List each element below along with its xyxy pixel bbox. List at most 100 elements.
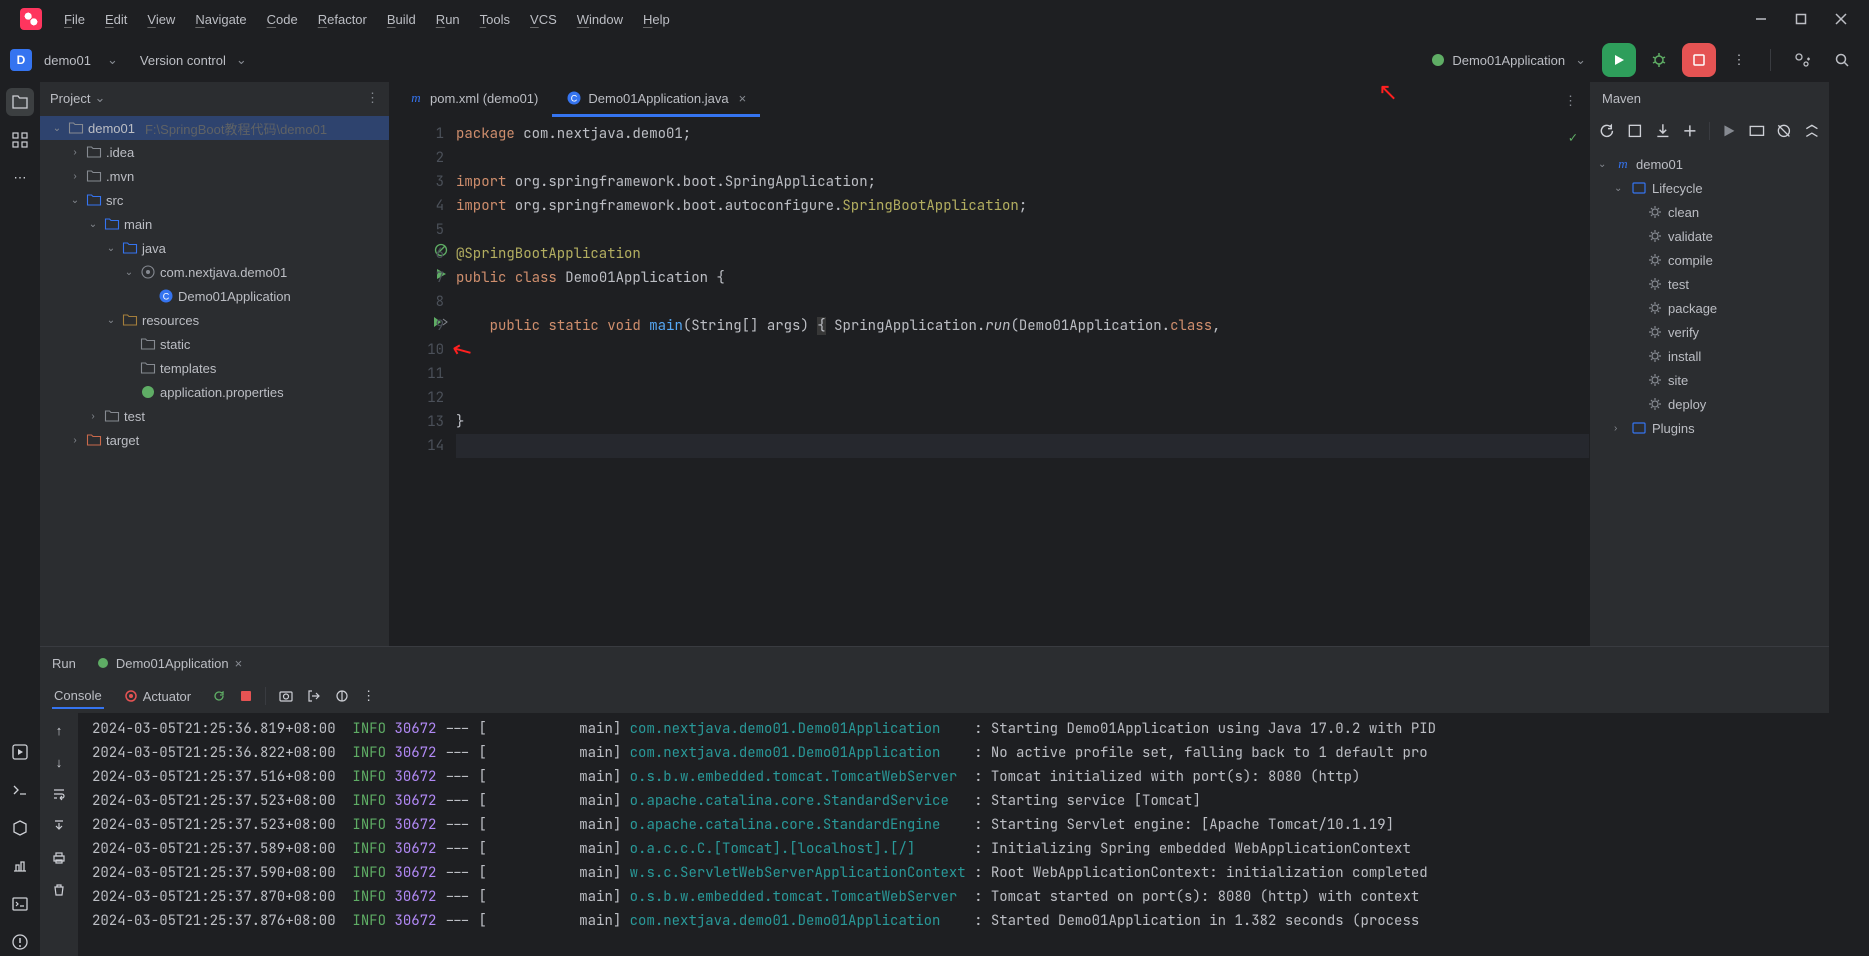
ide-logo	[20, 8, 42, 30]
menu-code[interactable]: Code	[257, 8, 308, 31]
maven-node[interactable]: ⌄mdemo01	[1590, 152, 1829, 176]
tree-node[interactable]: CDemo01Application	[40, 284, 389, 308]
editor-tab[interactable]: CDemo01Application.java×	[552, 82, 760, 117]
actuator-tab[interactable]: Actuator	[122, 685, 193, 708]
project-name[interactable]: demo01	[38, 53, 97, 68]
stop-icon[interactable]	[239, 689, 253, 703]
close-icon[interactable]: ×	[235, 656, 243, 671]
menu-build[interactable]: Build	[377, 8, 426, 31]
maven-node[interactable]: ⌄Lifecycle	[1590, 176, 1829, 200]
tree-node[interactable]: ›.mvn	[40, 164, 389, 188]
collapse-all-icon[interactable]	[1803, 122, 1821, 140]
maven-node[interactable]: compile	[1590, 248, 1829, 272]
generate-sources-icon[interactable]	[1626, 122, 1644, 140]
tree-node[interactable]: ⌄com.nextjava.demo01	[40, 260, 389, 284]
tree-node[interactable]: application.properties	[40, 380, 389, 404]
clear-icon[interactable]	[48, 879, 70, 901]
tree-node[interactable]: ›.idea	[40, 140, 389, 164]
project-badge: D	[10, 49, 32, 71]
maven-node[interactable]: package	[1590, 296, 1829, 320]
close-window-button[interactable]	[1821, 0, 1861, 38]
project-tree[interactable]: ⌄demo01F:\SpringBoot教程代码\demo01›.idea›.m…	[40, 114, 389, 646]
maven-node[interactable]: ›Plugins	[1590, 416, 1829, 440]
menu-vcs[interactable]: VCS	[520, 8, 567, 31]
problems-tool-button[interactable]	[6, 928, 34, 956]
tree-node[interactable]: ›test	[40, 404, 389, 428]
structure-tool-button[interactable]	[6, 126, 34, 154]
maven-node[interactable]: install	[1590, 344, 1829, 368]
menu-edit[interactable]: Edit	[95, 8, 137, 31]
close-icon[interactable]: ×	[739, 91, 747, 106]
terminal-alt-button[interactable]	[6, 890, 34, 918]
menu-tools[interactable]: Tools	[470, 8, 520, 31]
inspection-ok-icon[interactable]: ✓	[1569, 126, 1577, 150]
gear-icon	[1647, 228, 1663, 244]
rerun-icon[interactable]	[211, 688, 227, 704]
tree-node[interactable]: static	[40, 332, 389, 356]
search-everywhere-button[interactable]	[1825, 43, 1859, 77]
menu-run[interactable]: Run	[426, 8, 470, 31]
scroll-up-icon[interactable]: ↑	[48, 719, 70, 741]
version-control-label[interactable]: Version control	[140, 53, 226, 68]
run-maven-icon[interactable]	[1720, 122, 1738, 140]
screenshot-icon[interactable]	[278, 688, 294, 704]
maven-tree[interactable]: ⌄mdemo01⌄Lifecyclecleanvalidatecompilete…	[1590, 148, 1829, 646]
run-tool-button[interactable]	[6, 738, 34, 766]
scroll-to-end-icon[interactable]	[48, 815, 70, 837]
more-icon[interactable]: ⋮	[362, 688, 375, 704]
run-configuration-selector[interactable]: Demo01Application ⌄	[1420, 48, 1596, 72]
services-tool-button[interactable]	[6, 814, 34, 842]
menu-view[interactable]: View	[137, 8, 185, 31]
run-button[interactable]	[1602, 43, 1636, 77]
editor-tab[interactable]: mpom.xml (demo01)	[394, 82, 552, 117]
maximize-button[interactable]	[1781, 0, 1821, 38]
menu-file[interactable]: File	[54, 8, 95, 31]
build-tool-button[interactable]	[6, 852, 34, 880]
code-with-me-button[interactable]	[1785, 43, 1819, 77]
menu-navigate[interactable]: Navigate	[185, 8, 256, 31]
tree-node[interactable]: ⌄java	[40, 236, 389, 260]
scroll-down-icon[interactable]: ↓	[48, 751, 70, 773]
maven-node[interactable]: site	[1590, 368, 1829, 392]
console-output[interactable]: 2024-03-05T21:25:36.819+08:00 INFO 30672…	[78, 713, 1829, 956]
more-tools-button[interactable]: ⋯	[6, 164, 34, 192]
stop-button[interactable]	[1682, 43, 1716, 77]
tab-menu-icon[interactable]: ⋮	[1552, 85, 1589, 117]
more-actions-button[interactable]: ⋮	[1722, 43, 1756, 77]
maven-node[interactable]: verify	[1590, 320, 1829, 344]
maven-node[interactable]: deploy	[1590, 392, 1829, 416]
editor-area: mpom.xml (demo01)CDemo01Application.java…	[390, 82, 1589, 646]
svg-text:m: m	[411, 90, 420, 105]
debug-button[interactable]	[1642, 43, 1676, 77]
minimize-button[interactable]	[1741, 0, 1781, 38]
tree-node[interactable]: ⌄resources	[40, 308, 389, 332]
maven-node[interactable]: validate	[1590, 224, 1829, 248]
maven-node[interactable]: test	[1590, 272, 1829, 296]
code-editor[interactable]: 1234567891011121314 package com.nextjava…	[390, 118, 1589, 646]
menu-window[interactable]: Window	[567, 8, 633, 31]
terminal-tool-button[interactable]	[6, 776, 34, 804]
maven-icon: m	[408, 90, 424, 106]
soft-wrap-icon[interactable]	[48, 783, 70, 805]
project-tool-button[interactable]	[6, 88, 34, 116]
toggle-offline-icon[interactable]	[1775, 122, 1793, 140]
tree-node[interactable]: ⌄src	[40, 188, 389, 212]
exit-icon[interactable]	[306, 688, 322, 704]
console-tab[interactable]: Console	[52, 684, 104, 709]
tree-node[interactable]: ›target	[40, 428, 389, 452]
tree-node[interactable]: ⌄demo01F:\SpringBoot教程代码\demo01	[40, 116, 389, 140]
execute-goal-icon[interactable]	[1748, 122, 1766, 140]
reload-icon[interactable]	[1598, 122, 1616, 140]
print-icon[interactable]	[48, 847, 70, 869]
menu-refactor[interactable]: Refactor	[308, 8, 377, 31]
download-icon[interactable]	[1654, 122, 1672, 140]
add-icon[interactable]	[1681, 122, 1699, 140]
tree-node[interactable]: templates	[40, 356, 389, 380]
more-icon[interactable]: ⋮	[366, 90, 379, 106]
tree-node[interactable]: ⌄main	[40, 212, 389, 236]
chevron-down-icon[interactable]: ⌄	[94, 90, 105, 106]
menu-help[interactable]: Help	[633, 8, 680, 31]
layout-icon[interactable]	[334, 688, 350, 704]
run-config-tab[interactable]: Demo01Application ×	[88, 653, 250, 674]
maven-node[interactable]: clean	[1590, 200, 1829, 224]
